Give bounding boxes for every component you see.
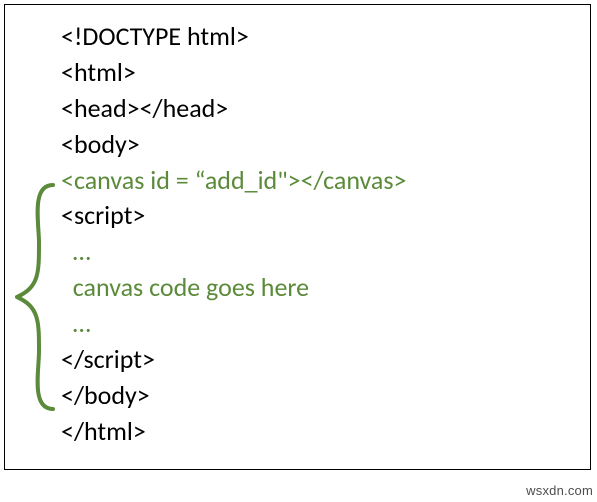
code-line-1: <!DOCTYPE html>: [61, 19, 407, 55]
code-line-11: </body>: [61, 378, 407, 414]
code-line-10: </script>: [61, 342, 407, 378]
code-line-9: …: [61, 306, 407, 342]
code-frame: <!DOCTYPE html> <html> <head></head> <bo…: [4, 4, 591, 470]
code-line-8: canvas code goes here: [61, 270, 407, 306]
code-line-12: </html>: [61, 414, 407, 450]
code-line-7: …: [61, 234, 407, 270]
curly-brace-icon: [11, 183, 57, 411]
code-line-5: <canvas id = “add_id"></canvas>: [61, 163, 407, 199]
code-line-3: <head></head>: [61, 91, 407, 127]
code-block: <!DOCTYPE html> <html> <head></head> <bo…: [61, 19, 407, 450]
watermark-text: wsxdn.com: [526, 483, 593, 498]
code-line-6: <script>: [61, 198, 407, 234]
code-line-2: <html>: [61, 55, 407, 91]
code-line-4: <body>: [61, 127, 407, 163]
